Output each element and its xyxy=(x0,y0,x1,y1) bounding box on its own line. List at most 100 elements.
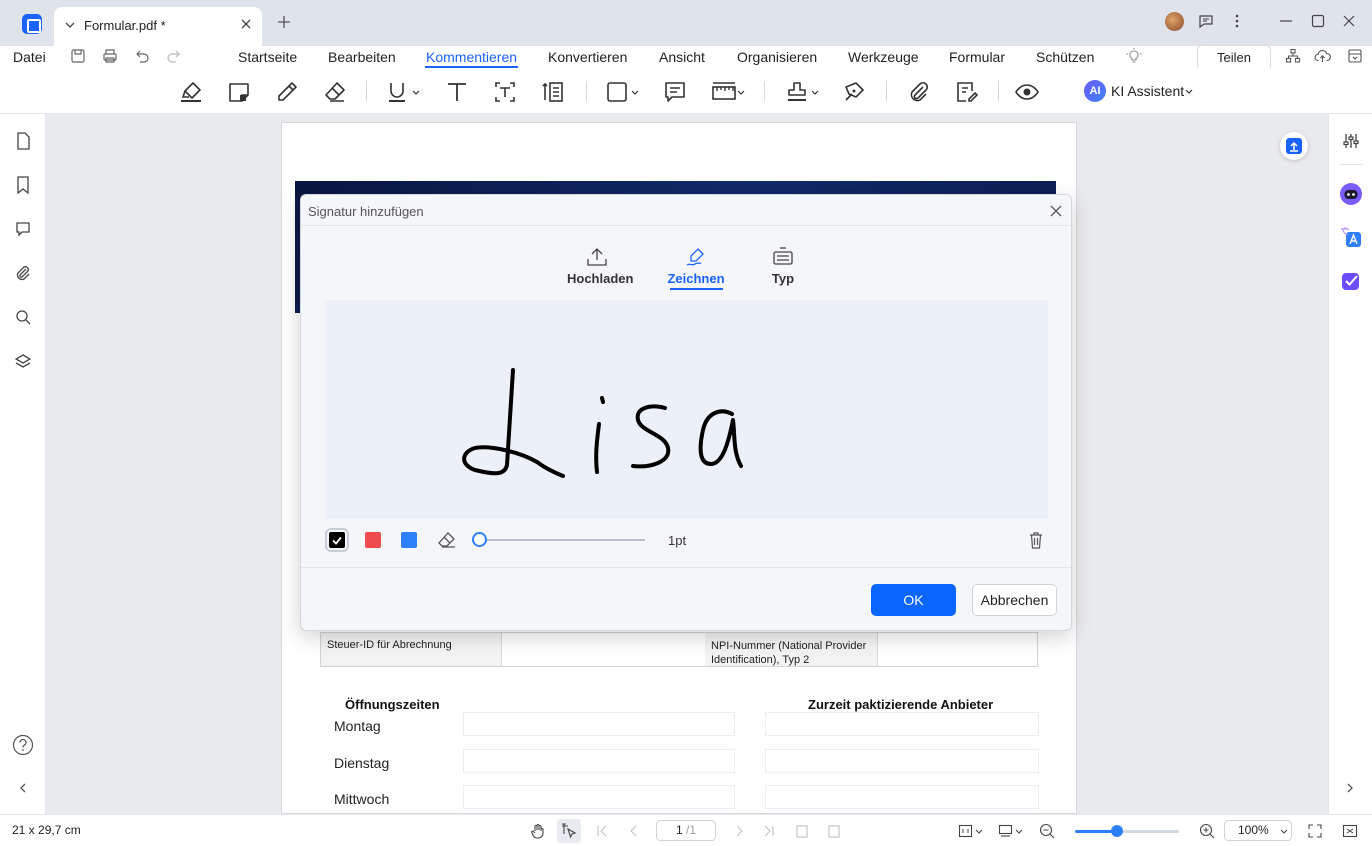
zoom-in-icon[interactable] xyxy=(1199,823,1215,839)
hours-field[interactable] xyxy=(463,712,735,736)
maximize-icon[interactable] xyxy=(1311,13,1325,29)
stroke-width-slider[interactable] xyxy=(479,539,645,541)
attachment-icon[interactable] xyxy=(906,80,930,104)
measure-icon[interactable] xyxy=(711,80,747,104)
mode-type[interactable]: Typ xyxy=(758,247,808,286)
eraser-icon[interactable] xyxy=(437,531,457,549)
hand-tool-icon[interactable] xyxy=(530,823,546,839)
text-icon[interactable] xyxy=(445,80,469,104)
hours-field[interactable] xyxy=(463,785,735,809)
document-tab[interactable]: Formular.pdf * xyxy=(54,7,262,46)
rotate-right-icon[interactable] xyxy=(827,823,843,839)
collapse-right-icon[interactable] xyxy=(1345,782,1355,794)
print-icon[interactable] xyxy=(102,48,118,64)
trash-icon[interactable] xyxy=(1028,531,1044,549)
callout-icon[interactable] xyxy=(541,80,565,104)
menu-formular[interactable]: Formular xyxy=(949,49,1005,65)
mode-upload[interactable]: Hochladen xyxy=(567,247,633,286)
save-icon[interactable] xyxy=(70,48,86,64)
zoom-select[interactable]: 100% xyxy=(1224,820,1292,841)
menu-organisieren[interactable]: Organisieren xyxy=(737,49,817,65)
undo-icon[interactable] xyxy=(134,48,150,64)
npi-field[interactable] xyxy=(877,633,1037,666)
menu-werkzeuge[interactable]: Werkzeuge xyxy=(848,49,919,65)
hours-field[interactable] xyxy=(463,749,735,773)
close-tab-icon[interactable] xyxy=(240,18,252,30)
menu-startseite[interactable]: Startseite xyxy=(238,49,297,65)
organization-icon[interactable] xyxy=(1285,48,1301,64)
menu-konvertieren[interactable]: Konvertieren xyxy=(548,49,627,65)
signature-pen-icon[interactable] xyxy=(842,80,866,104)
lightbulb-icon[interactable] xyxy=(1126,48,1142,64)
translate-icon[interactable] xyxy=(1340,226,1362,248)
ok-button[interactable]: OK xyxy=(871,584,956,616)
task-check-icon[interactable] xyxy=(1340,270,1362,292)
color-swatch-red[interactable] xyxy=(365,532,381,548)
rotate-left-icon[interactable] xyxy=(795,823,811,839)
comment-icon[interactable] xyxy=(663,80,687,104)
search-icon[interactable] xyxy=(15,308,31,326)
tax-id-field[interactable] xyxy=(501,633,705,666)
textbox-icon[interactable] xyxy=(493,80,517,104)
close-window-icon[interactable] xyxy=(1342,13,1356,29)
upload-button[interactable] xyxy=(1280,132,1308,160)
color-swatch-black[interactable] xyxy=(325,528,349,552)
eye-icon[interactable] xyxy=(1015,80,1039,104)
page-display-icon[interactable] xyxy=(998,823,1024,839)
underline-icon[interactable] xyxy=(386,80,422,104)
pencil-icon[interactable] xyxy=(275,80,299,104)
feedback-icon[interactable] xyxy=(1198,13,1214,29)
last-page-icon[interactable] xyxy=(763,823,775,839)
highlight-icon[interactable] xyxy=(179,80,203,104)
ai-assistant-button[interactable]: KI Assistent xyxy=(1111,83,1184,99)
zoom-slider[interactable] xyxy=(1075,830,1179,833)
previous-page-icon[interactable] xyxy=(628,823,640,839)
chevron-down-icon[interactable] xyxy=(64,19,76,31)
sticky-note-icon[interactable] xyxy=(227,80,251,104)
comments-panel-icon[interactable] xyxy=(15,220,31,238)
attachments-panel-icon[interactable] xyxy=(15,264,31,282)
chevron-down-icon[interactable] xyxy=(1184,88,1194,96)
provider-field[interactable] xyxy=(765,785,1039,809)
zoom-out-icon[interactable] xyxy=(1039,823,1055,839)
presentation-icon[interactable] xyxy=(1342,823,1358,839)
select-tool-icon[interactable] xyxy=(557,819,581,843)
ai-assistant-icon[interactable]: AI xyxy=(1084,80,1106,102)
rectangle-icon[interactable] xyxy=(605,80,641,104)
menu-bearbeiten[interactable]: Bearbeiten xyxy=(328,49,396,65)
help-icon[interactable] xyxy=(12,734,34,756)
menu-schuetzen[interactable]: Schützen xyxy=(1036,49,1094,65)
menu-file[interactable]: Datei xyxy=(13,49,46,65)
provider-field[interactable] xyxy=(765,712,1039,736)
stamp-icon[interactable] xyxy=(785,80,821,104)
layers-icon[interactable] xyxy=(15,352,31,370)
cloud-upload-icon[interactable] xyxy=(1314,48,1331,64)
form-edit-icon[interactable] xyxy=(955,80,979,104)
eraser-icon[interactable] xyxy=(323,80,347,104)
properties-icon[interactable] xyxy=(1342,132,1360,150)
expand-panel-icon[interactable] xyxy=(1347,48,1363,64)
cancel-button[interactable]: Abbrechen xyxy=(972,584,1057,616)
more-options-icon[interactable] xyxy=(1232,13,1242,29)
page-number-input[interactable]: 1 /1 xyxy=(656,820,716,841)
color-swatch-blue[interactable] xyxy=(401,532,417,548)
zoom-slider-thumb[interactable] xyxy=(1111,825,1123,837)
page-thumbnails-icon[interactable] xyxy=(15,132,31,150)
fullscreen-icon[interactable] xyxy=(1307,823,1323,839)
menu-ansicht[interactable]: Ansicht xyxy=(659,49,705,65)
ai-robot-icon[interactable] xyxy=(1339,182,1363,206)
minimize-icon[interactable] xyxy=(1279,13,1293,29)
new-tab-icon[interactable] xyxy=(276,14,292,30)
stroke-width-slider-thumb[interactable] xyxy=(472,532,487,547)
fit-page-icon[interactable] xyxy=(958,823,984,839)
first-page-icon[interactable] xyxy=(596,823,608,839)
next-page-icon[interactable] xyxy=(733,823,745,839)
bookmark-icon[interactable] xyxy=(15,176,31,194)
avatar[interactable] xyxy=(1165,12,1184,31)
signature-drawing-area[interactable] xyxy=(325,300,1048,519)
redo-icon[interactable] xyxy=(166,48,182,64)
mode-draw[interactable]: Zeichnen xyxy=(666,247,726,286)
close-icon[interactable] xyxy=(1050,205,1062,217)
provider-field[interactable] xyxy=(765,749,1039,773)
menu-kommentieren[interactable]: Kommentieren xyxy=(426,49,517,65)
